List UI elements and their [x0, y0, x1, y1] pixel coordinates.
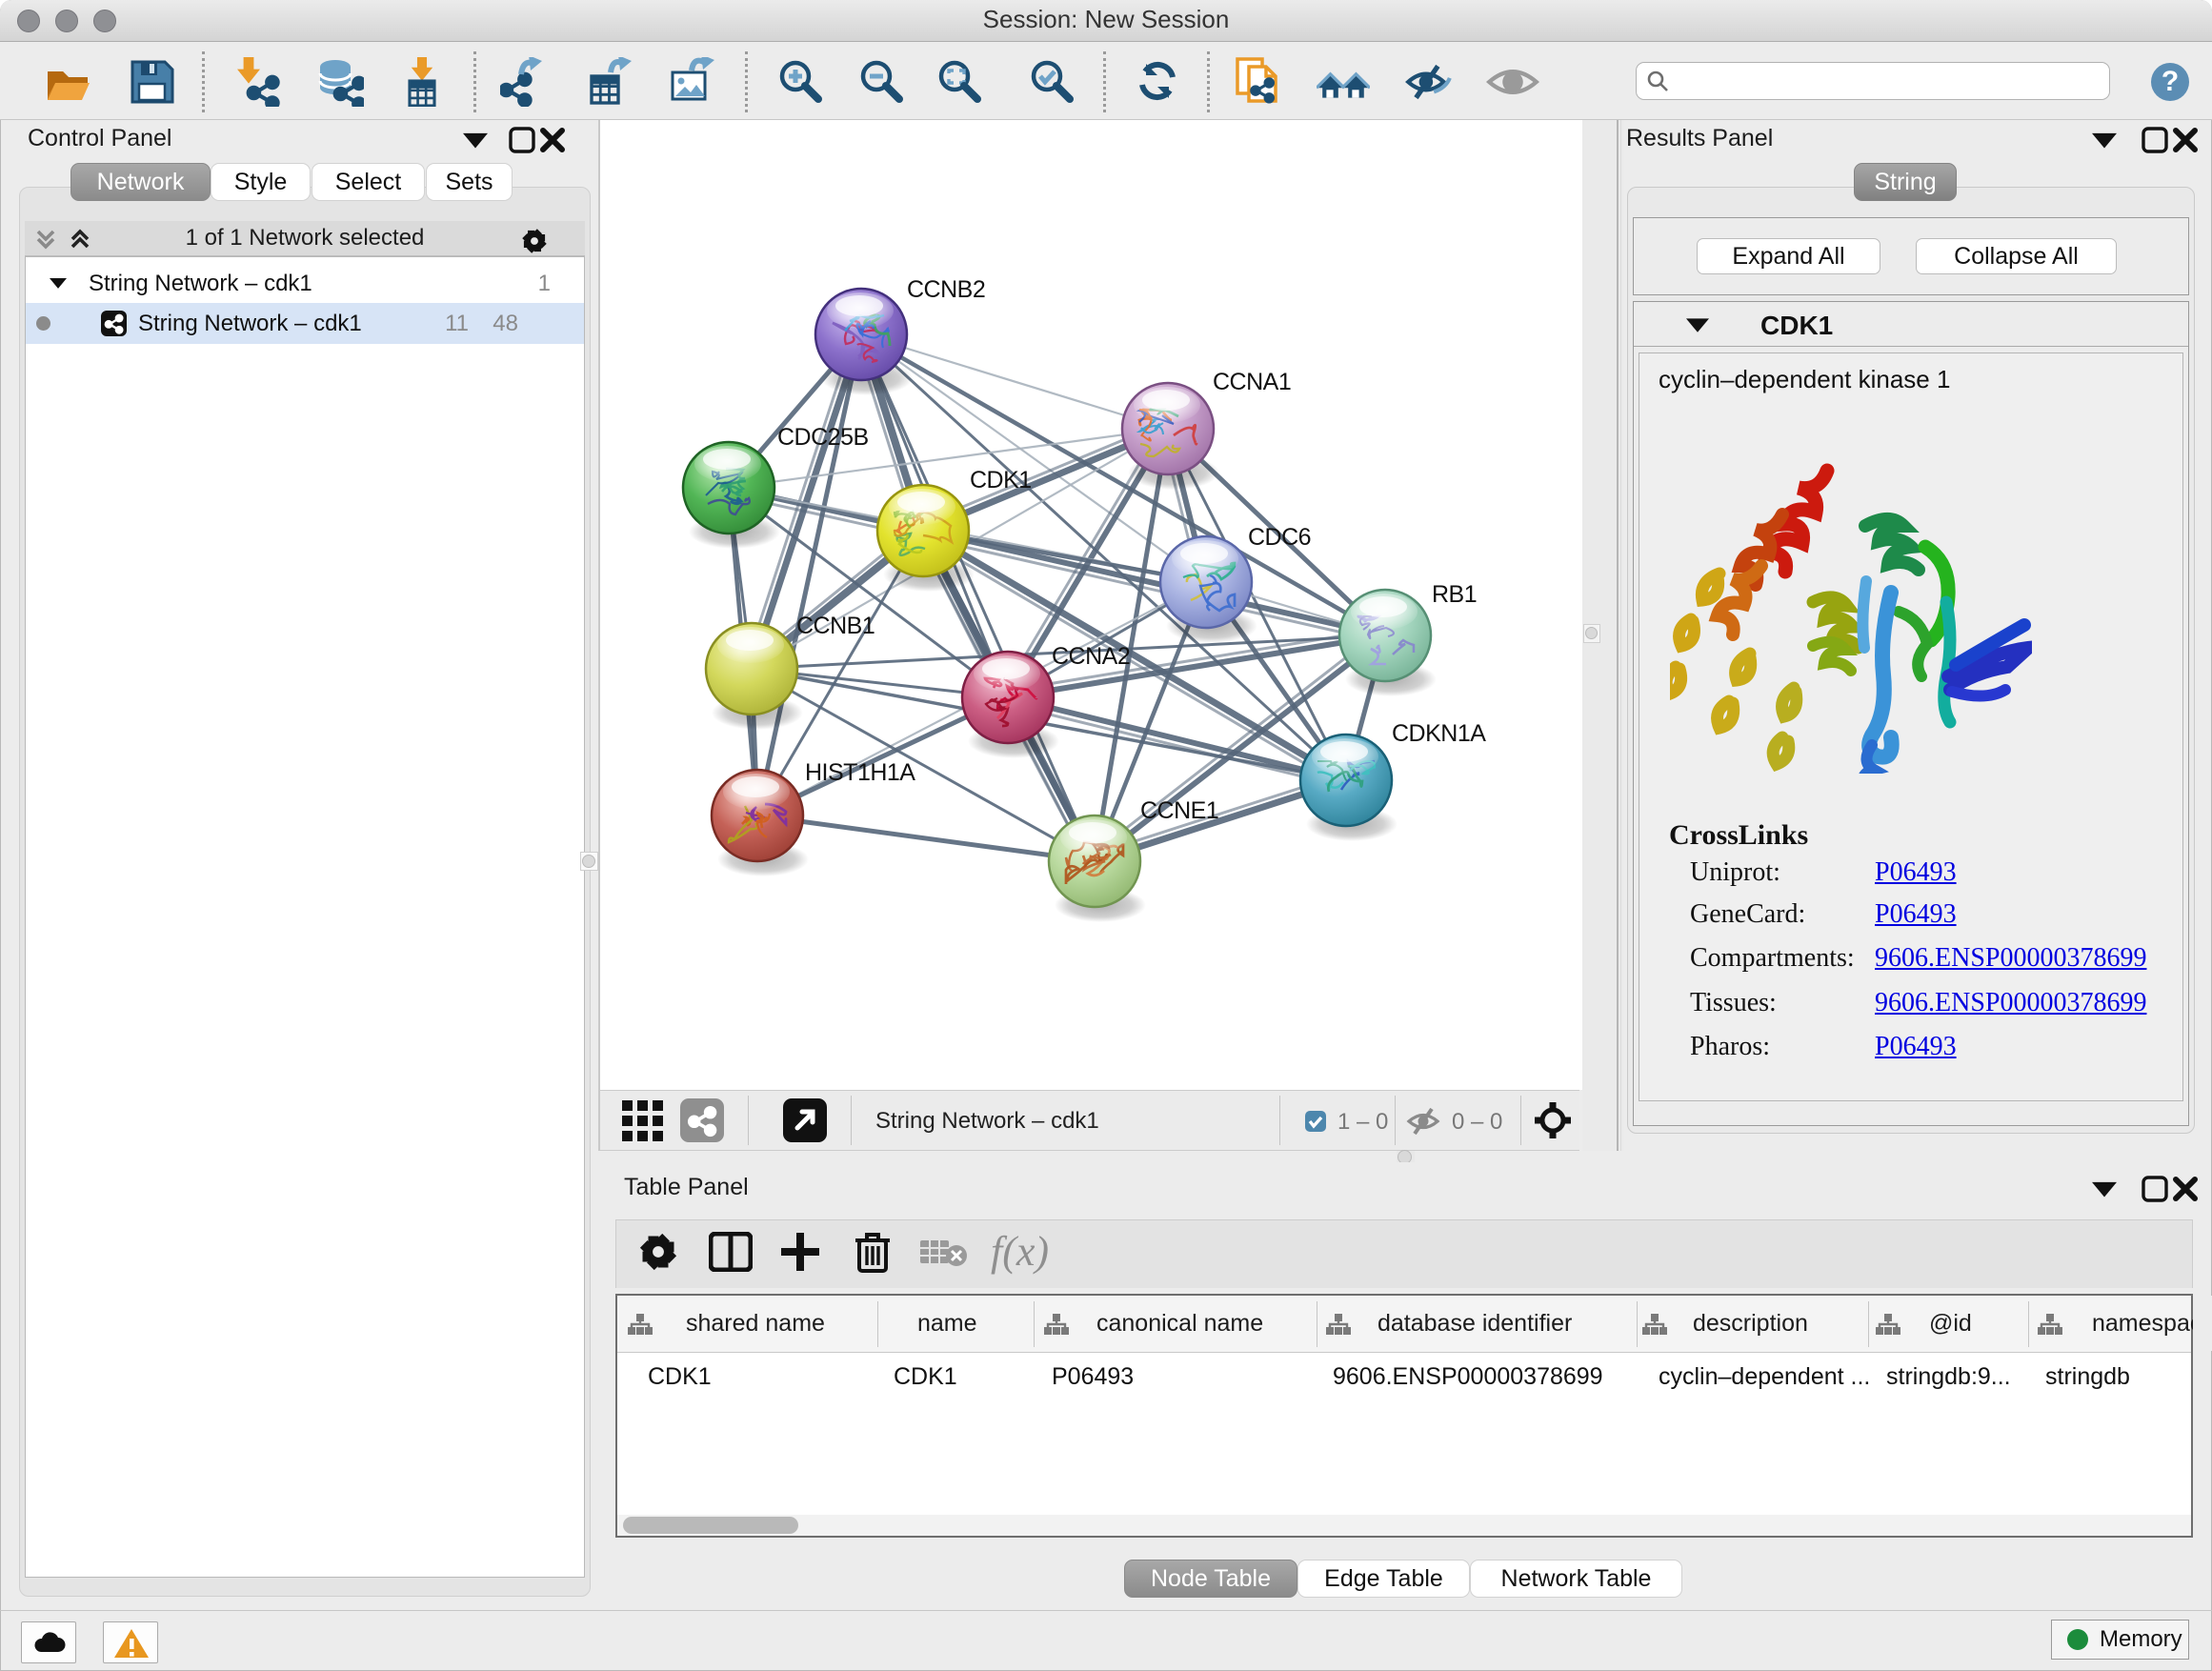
svg-text:?: ? — [2162, 66, 2179, 97]
svg-text:CDK1: CDK1 — [970, 467, 1032, 493]
svg-text:CCNB2: CCNB2 — [907, 276, 985, 303]
svg-text:CDKN1A: CDKN1A — [1392, 720, 1486, 747]
svg-text:RB1: RB1 — [1432, 581, 1477, 608]
svg-text:CDC6: CDC6 — [1248, 524, 1311, 551]
svg-text:CCNA2: CCNA2 — [1052, 643, 1130, 670]
svg-text:CDC25B: CDC25B — [777, 424, 869, 451]
svg-text:CCNA1: CCNA1 — [1213, 369, 1291, 395]
svg-text:CCNE1: CCNE1 — [1140, 797, 1218, 824]
svg-text:HIST1H1A: HIST1H1A — [805, 759, 915, 786]
svg-text:CCNB1: CCNB1 — [796, 613, 875, 639]
